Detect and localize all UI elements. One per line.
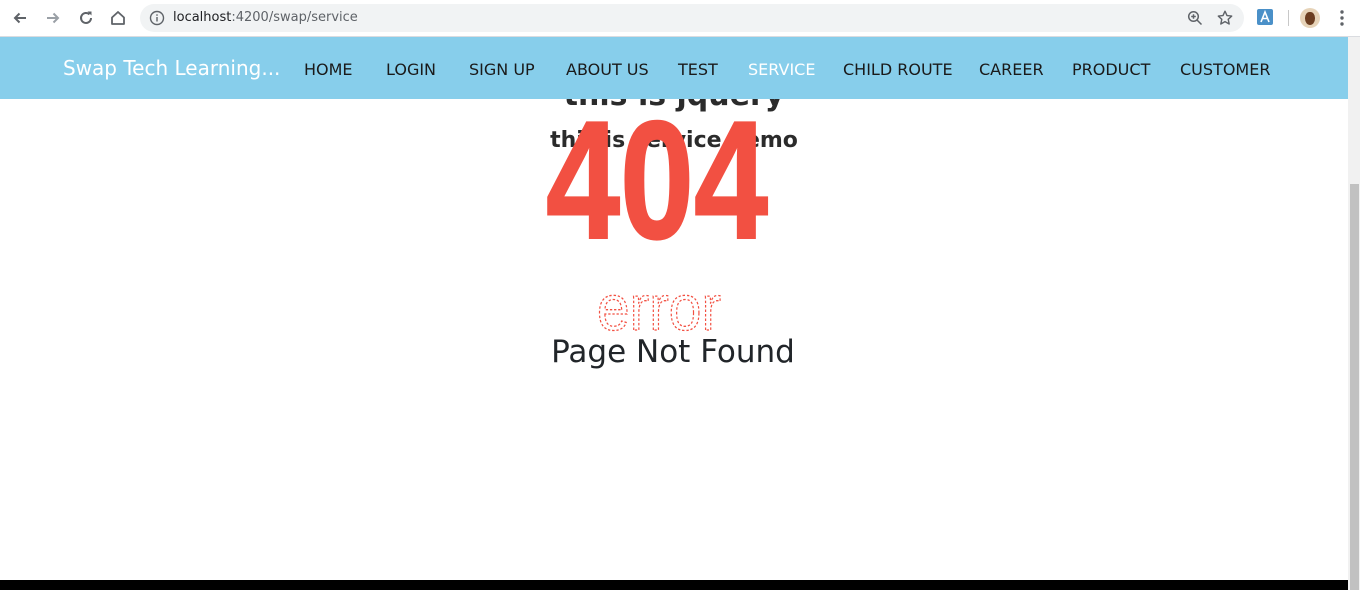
nav-child-route[interactable]: CHILD ROUTE	[843, 60, 953, 79]
page-footer	[0, 580, 1348, 590]
reload-icon[interactable]	[74, 6, 98, 30]
back-icon[interactable]	[8, 6, 32, 30]
error-404-graphic: 404	[545, 96, 769, 246]
error-word-graphic: error	[596, 272, 721, 342]
home-icon[interactable]	[106, 6, 130, 30]
navbar-brand[interactable]: Swap Tech Learning...	[63, 56, 280, 80]
nav-service[interactable]: SERVICE	[748, 60, 815, 79]
forward-icon[interactable]	[41, 6, 65, 30]
zoom-icon[interactable]	[1186, 9, 1204, 27]
nav-test[interactable]: TEST	[678, 60, 718, 79]
extension-icon[interactable]	[1256, 8, 1274, 26]
browser-toolbar: localhost:4200/swap/service	[0, 0, 1360, 37]
browser-menu-icon[interactable]	[1334, 8, 1350, 28]
nav-login[interactable]: LOGIN	[386, 60, 436, 79]
url-path: :4200/swap/service	[231, 10, 358, 25]
bookmark-star-icon[interactable]	[1216, 9, 1234, 27]
nav-home[interactable]: HOME	[304, 60, 353, 79]
page-not-found-text: Page Not Found	[551, 334, 795, 370]
nav-sign-up[interactable]: SIGN UP	[469, 60, 535, 79]
nav-product[interactable]: PRODUCT	[1072, 60, 1150, 79]
nav-career[interactable]: CAREER	[979, 60, 1044, 79]
error-word: error	[597, 272, 721, 342]
page-scrollbar-thumb[interactable]	[1350, 184, 1359, 590]
toolbar-separator	[1288, 10, 1289, 26]
url-host: localhost	[173, 10, 232, 25]
address-bar[interactable]: localhost:4200/swap/service	[140, 4, 1244, 32]
profile-avatar-icon[interactable]	[1300, 8, 1320, 28]
top-navbar: Swap Tech Learning... HOME LOGIN SIGN UP…	[0, 37, 1348, 99]
nav-about-us[interactable]: ABOUT US	[566, 60, 649, 79]
error-code: 404	[546, 96, 768, 246]
url-text[interactable]: localhost:4200/swap/service	[173, 10, 358, 25]
site-info-icon[interactable]	[148, 9, 166, 27]
nav-customer[interactable]: CUSTOMER	[1180, 60, 1270, 79]
